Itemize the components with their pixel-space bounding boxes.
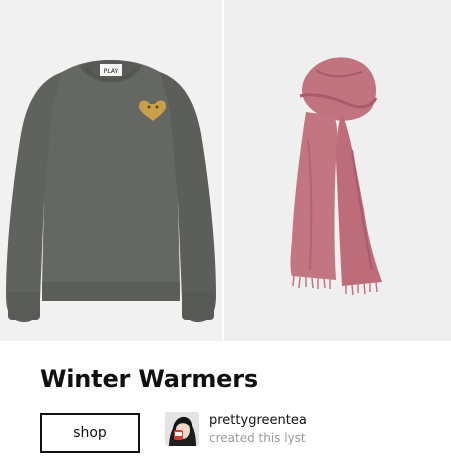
avatar[interactable] (165, 412, 199, 446)
product-image-grid: PLAY (0, 0, 451, 341)
svg-text:PLAY: PLAY (104, 68, 119, 75)
lyst-title: Winter Warmers (40, 365, 258, 393)
lyst-card: PLAY Winter Warmers shop prettygreentea … (0, 0, 451, 462)
creator-username[interactable]: prettygreentea (209, 412, 307, 430)
sweater-image: PLAY (0, 0, 222, 341)
product-tile-scarf[interactable] (224, 0, 451, 341)
user-avatar-image (165, 412, 199, 446)
creator-info[interactable]: prettygreentea created this lyst (165, 412, 307, 446)
creator-text: prettygreentea created this lyst (209, 412, 307, 446)
shop-button[interactable]: shop (40, 413, 140, 453)
creator-caption: created this lyst (209, 431, 306, 445)
product-tile-sweater[interactable]: PLAY (0, 0, 222, 341)
scarf-image (224, 0, 451, 341)
